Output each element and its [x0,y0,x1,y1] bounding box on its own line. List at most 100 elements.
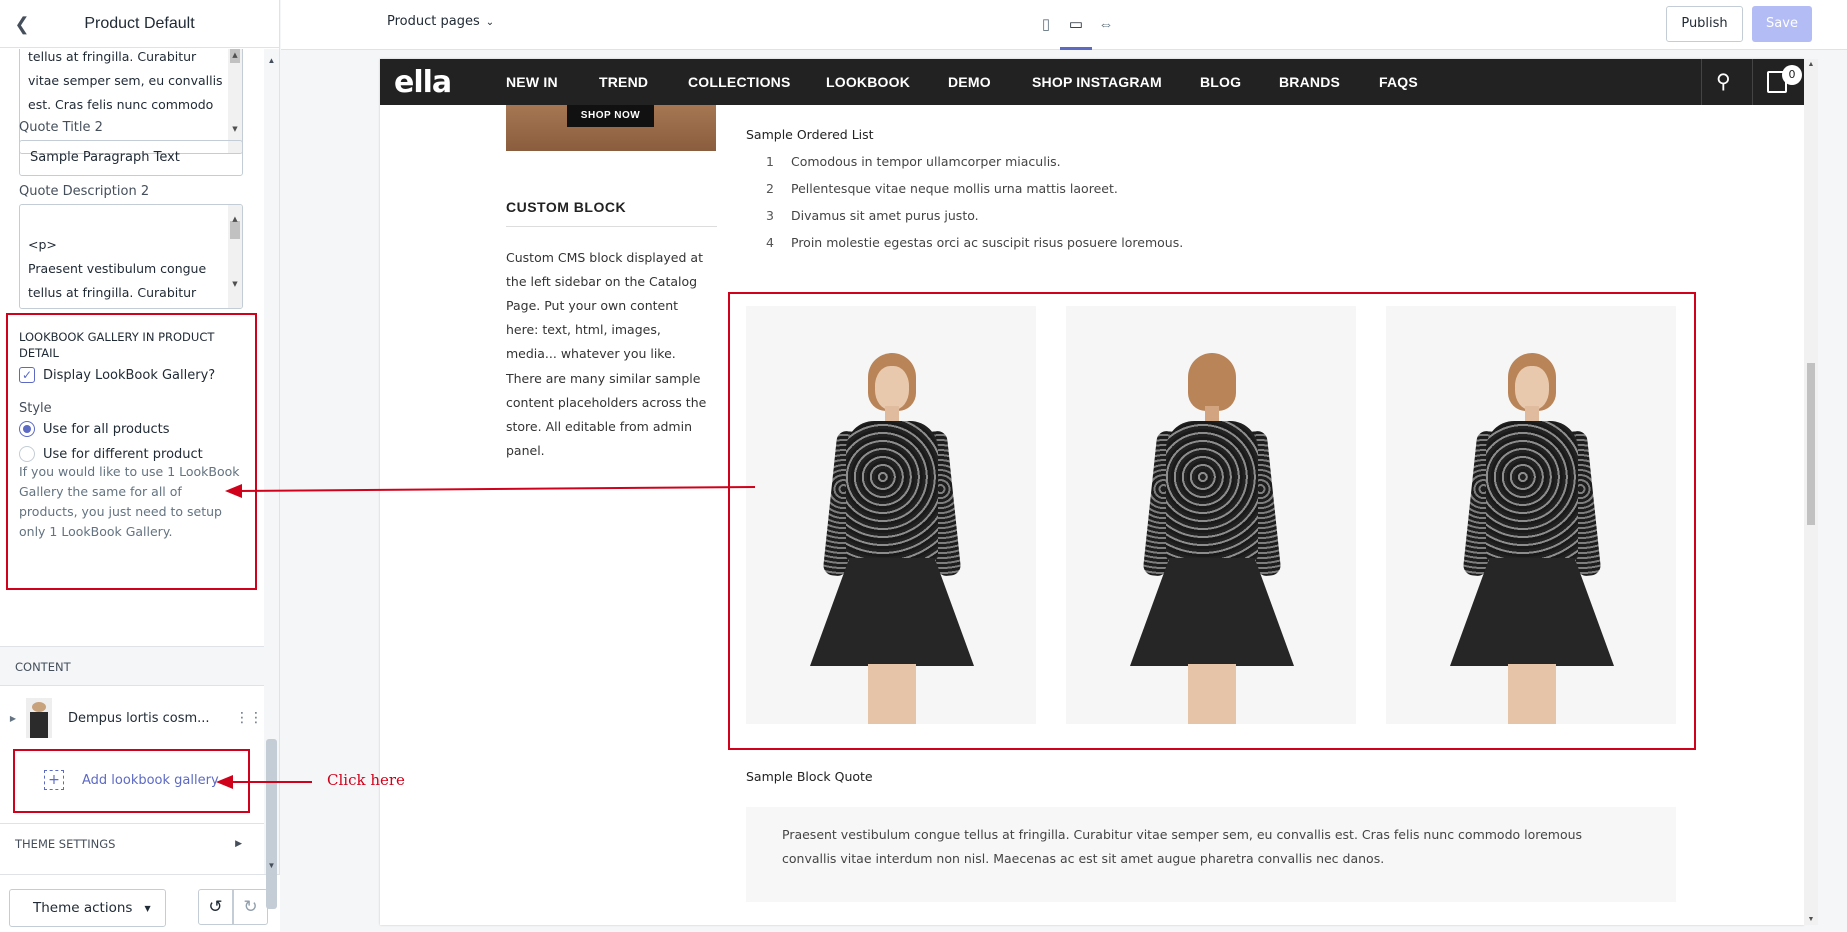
drag-handle-icon[interactable]: ⋮⋮ [234,710,264,726]
nav-item[interactable]: TREND [599,74,648,90]
list-text: Pellentesque vitae neque mollis urna mat… [791,181,1118,196]
block-thumbnail [26,698,52,738]
scroll-down-icon[interactable]: ▼ [264,860,279,872]
ordered-list: 1 Comodous in tempor ullamcorper miaculis… [766,154,1183,262]
block-quote: Praesent vestibulum congue tellus at fri… [746,807,1676,902]
scroll-up-icon[interactable]: ▲ [264,55,279,67]
list-item: 1 Comodous in tempor ullamcorper miaculis… [766,154,1183,181]
store-preview-frame: ella NEW IN TREND COLLECTIONS LOOKBOOK D… [380,59,1804,925]
quote-description-1-text: tellus at fringilla. Curabitur vitae sem… [28,49,223,112]
click-here-annotation: Click here [327,771,405,789]
redo-icon[interactable]: ↻ [233,889,268,925]
nav-item[interactable]: BRANDS [1279,74,1340,90]
theme-actions-button[interactable]: Theme actions ▼ [9,889,166,927]
scrollbar-thumb[interactable] [1807,363,1815,525]
list-text: Divamus sit amet purus justo. [791,208,979,223]
style-label: Style [19,401,52,416]
chevron-right-icon: ▶ [235,839,242,849]
nav-item[interactable]: BLOG [1200,74,1241,90]
page-type-selector[interactable]: Product pages ⌄ [387,14,494,29]
list-item: 4 Proin molestie egestas orci ac suscipit… [766,235,1183,262]
nav-item[interactable]: FAQS [1379,74,1418,90]
caret-down-icon: ▼ [144,903,151,913]
radio-label: Use for different product [43,446,203,462]
sidebar-scrollbar[interactable]: ▲ ▼ [264,49,279,909]
content-block-row[interactable]: ▶ Dempus lortis cosm... ⋮⋮ [0,690,264,746]
store-logo[interactable]: ella [394,65,452,100]
custom-block-title: CUSTOM BLOCK [506,199,627,215]
list-number: 3 [766,208,774,223]
theme-editor-sidebar: ❮ Product Default tellus at fringilla. C… [0,0,280,932]
nav-item[interactable]: COLLECTIONS [688,74,791,90]
nav-item[interactable]: SHOP INSTAGRAM [1032,74,1162,90]
quote-description-2-textarea[interactable]: <p> Praesent vestibulum congue tellus at… [19,204,243,309]
add-lookbook-gallery-label: Add lookbook gallery [82,772,219,788]
block-name: Dempus lortis cosm... [68,710,210,726]
display-lookbook-checkbox[interactable]: ✓ Display LookBook Gallery? [19,367,215,383]
add-lookbook-gallery-button[interactable]: + Add lookbook gallery [44,770,219,790]
lookbook-image-front-2[interactable] [1386,306,1676,724]
list-item: 3 Divamus sit amet purus justo. [766,208,1183,235]
divider [506,226,717,227]
chevron-down-icon: ⌄ [485,17,495,28]
theme-settings-label: THEME SETTINGS [15,837,116,851]
quote-title-2-input[interactable]: Sample Paragraph Text [19,140,243,176]
publish-button[interactable]: Publish [1666,6,1743,42]
nav-item[interactable]: NEW IN [506,74,558,90]
quote-title-2-label: Quote Title 2 [19,120,103,135]
textarea-scrollbar[interactable]: ▲ ▼ [228,49,242,153]
store-navigation-bar: ella NEW IN TREND COLLECTIONS LOOKBOOK D… [380,59,1804,105]
shop-now-button[interactable]: SHOP NOW [567,105,654,127]
theme-actions-label: Theme actions [33,900,133,916]
nav-item[interactable]: LOOKBOOK [826,74,910,90]
save-button[interactable]: Save [1752,6,1812,42]
expand-caret-icon[interactable]: ▶ [0,714,26,723]
custom-block-paragraph: Custom CMS block displayed at the left s… [506,250,703,361]
quote-description-2-text: <p> Praesent vestibulum congue tellus at… [28,237,207,300]
back-arrow-icon[interactable]: ❮ [12,14,32,34]
nav-divider [1752,59,1753,105]
active-device-indicator [1060,47,1092,50]
quote-description-1-textarea[interactable]: tellus at fringilla. Curabitur vitae sem… [19,49,243,154]
scroll-up-icon[interactable]: ▲ [1804,61,1818,68]
list-number: 4 [766,235,774,250]
textarea-scrollbar[interactable]: ▲ ▼ [228,205,242,308]
sidebar-footer: Theme actions ▼ ↺ ↻ [0,874,280,932]
checkmark-icon[interactable]: ✓ [19,367,35,383]
nav-divider [1701,59,1702,105]
scrollbar-thumb[interactable] [266,739,277,909]
lookbook-section-title: LOOKBOOK GALLERY IN PRODUCT DETAIL [19,330,215,360]
ordered-list-title: Sample Ordered List [746,127,874,142]
search-icon[interactable]: ⚲ [1716,71,1738,93]
add-block-icon: + [44,770,64,790]
radio-use-for-different-product[interactable]: Use for different product [19,446,203,462]
radio-label: Use for all products [43,421,170,437]
list-number: 1 [766,154,774,169]
sidebar-promo-image[interactable]: SHOP NOW [506,105,716,151]
block-quote-title: Sample Block Quote [746,769,873,784]
scroll-down-icon[interactable]: ▼ [1804,916,1818,923]
mobile-view-icon[interactable]: ▯ [1033,13,1059,37]
custom-block-paragraph: There are many similar sample content pl… [506,371,707,458]
lookbook-image-back[interactable] [1066,306,1356,724]
list-item: 2 Pellentesque vitae neque mollis urna ma… [766,181,1183,208]
page-selector-label: Product pages [387,14,480,29]
nav-item[interactable]: DEMO [948,74,991,90]
list-text: Proin molestie egestas orci ac suscipit … [791,235,1184,250]
lookbook-image-front[interactable] [746,306,1036,724]
undo-icon[interactable]: ↺ [198,889,233,925]
list-text: Comodous in tempor ullamcorper miaculis. [791,154,1061,169]
theme-settings-section[interactable]: THEME SETTINGS ▶ [0,823,264,863]
content-section-header: CONTENT [0,646,264,686]
sidebar-title: Product Default [84,14,195,32]
style-help-text: If you would like to use 1 LookBook Gall… [19,464,240,539]
desktop-view-icon[interactable]: ▭ [1063,13,1089,37]
list-number: 2 [766,181,774,196]
radio-unselected-icon[interactable] [19,446,35,462]
cart-count-badge: 0 [1782,65,1802,85]
radio-use-for-all-products[interactable]: Use for all products [19,421,170,437]
preview-scrollbar[interactable]: ▲ ▼ [1804,59,1818,925]
display-lookbook-label: Display LookBook Gallery? [43,367,216,383]
radio-selected-icon[interactable] [19,421,35,437]
fullscreen-view-icon[interactable]: ⇔ [1093,13,1119,37]
